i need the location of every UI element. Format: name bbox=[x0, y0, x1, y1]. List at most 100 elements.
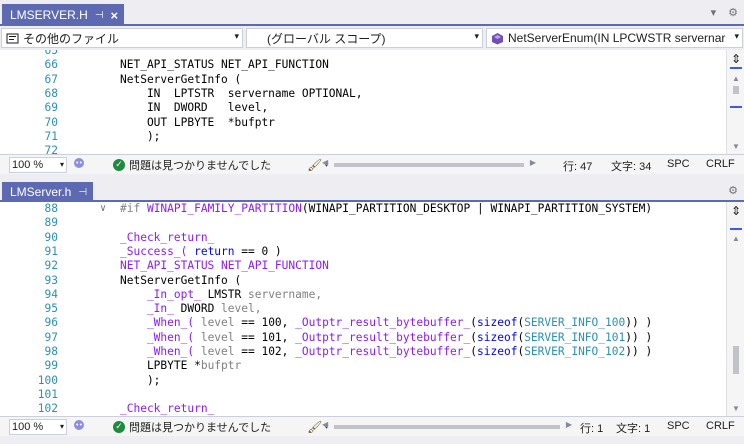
line-number: 98 bbox=[44, 345, 58, 358]
code-line[interactable]: 94 _In_opt_ LMSTR servername, bbox=[0, 288, 720, 302]
code-line[interactable]: 93 NetServerGetInfo ( bbox=[0, 274, 720, 288]
line-indicator[interactable]: 行: 1 bbox=[580, 420, 603, 436]
code-token: SERVER_INFO_100 bbox=[524, 316, 626, 330]
code-token: _In_ bbox=[120, 302, 181, 316]
bottom-tab-strip: LMServer.h ⊣ ⚙ bbox=[0, 182, 744, 202]
line-indicator[interactable]: 行: 47 bbox=[563, 158, 592, 174]
vertical-scrollbar-lower[interactable]: ⇕ ▲ ▼ bbox=[726, 202, 744, 416]
pin-icon[interactable]: ⊣ bbox=[78, 187, 87, 198]
issues-indicator[interactable]: ✓ 問題は見つかりませんでした bbox=[113, 157, 271, 173]
tab-strip-controls: ⚙ bbox=[728, 184, 738, 197]
code-line[interactable]: 89 bbox=[0, 216, 720, 230]
copilot-icon[interactable] bbox=[73, 419, 85, 434]
whitespace-indicator[interactable]: SPC bbox=[667, 158, 690, 170]
scroll-thumb[interactable] bbox=[733, 346, 739, 374]
code-editor-lower[interactable]: 88 ∨ #if WINAPI_FAMILY_PARTITION(WINAPI_PA… bbox=[0, 202, 744, 416]
horizontal-scrollbar-lower[interactable]: ◀ ▶ bbox=[322, 420, 572, 434]
code-line[interactable]: 98 _When_( level == 102, _Outptr_result_… bbox=[0, 345, 720, 359]
code-line[interactable]: 102 _Check_return_ bbox=[0, 402, 720, 416]
vertical-scrollbar-upper[interactable]: ⇕ ▲ ▼ bbox=[726, 50, 744, 154]
code-token: sizeof bbox=[477, 330, 518, 344]
scroll-up-icon[interactable]: ▲ bbox=[727, 74, 744, 83]
gear-icon[interactable]: ⚙ bbox=[728, 6, 738, 19]
code-token: (WINAPI_PARTITION_DESKTOP | WINAPI_PARTI… bbox=[301, 202, 653, 215]
code-token: _Check_return_ bbox=[120, 402, 215, 416]
line-ending-indicator[interactable]: CRLF bbox=[706, 158, 735, 170]
code-token: ); bbox=[120, 373, 161, 387]
code-line[interactable]: 101 bbox=[0, 388, 720, 402]
code-line[interactable]: 90 _Check_return_ bbox=[0, 231, 720, 245]
column-indicator[interactable]: 文字: 34 bbox=[611, 158, 651, 174]
code-line[interactable]: 72 bbox=[0, 144, 720, 154]
code-line[interactable]: 68 IN LPTSTR servername OPTIONAL, bbox=[0, 87, 720, 101]
line-number: 100 bbox=[37, 373, 58, 387]
code-line[interactable]: 91 _Success_( return == 0 ) bbox=[0, 245, 720, 259]
code-line[interactable]: 92 NET_API_STATUS NET_API_FUNCTION bbox=[0, 259, 720, 273]
zoom-dropdown[interactable]: 100 % ▾ bbox=[9, 418, 67, 435]
scroll-up-icon[interactable]: ▲ bbox=[727, 234, 744, 243]
method-icon bbox=[491, 32, 504, 45]
scroll-left-icon[interactable]: ◀ bbox=[322, 158, 328, 167]
code-line[interactable]: 71 ); bbox=[0, 130, 720, 144]
split-divider[interactable] bbox=[0, 174, 744, 182]
code-token: == 100, bbox=[234, 316, 296, 330]
line-number: 88 bbox=[44, 202, 58, 215]
code-line[interactable]: 70 OUT LPBYTE *bufptr bbox=[0, 116, 720, 130]
scroll-down-icon[interactable]: ▼ bbox=[727, 142, 744, 151]
code-line[interactable]: 96 _When_( level == 100, _Outptr_result_… bbox=[0, 316, 720, 330]
code-line[interactable]: 67 NetServerGetInfo ( bbox=[0, 73, 720, 87]
scroll-right-icon[interactable]: ▶ bbox=[530, 158, 536, 167]
code-text: _Check_return_ bbox=[120, 402, 214, 416]
line-number: 65 bbox=[44, 50, 58, 57]
line-number: 71 bbox=[44, 129, 58, 143]
issues-indicator[interactable]: ✓ 問題は見つかりませんでした bbox=[113, 419, 271, 435]
code-token: level bbox=[200, 330, 235, 344]
zoom-dropdown[interactable]: 100 % ▾ bbox=[9, 156, 67, 173]
whitespace-indicator[interactable]: SPC bbox=[667, 420, 690, 432]
code-line[interactable]: 99 LPBYTE *bufptr bbox=[0, 359, 720, 373]
line-number: 91 bbox=[44, 244, 58, 258]
code-line[interactable]: 88 ∨ #if WINAPI_FAMILY_PARTITION(WINAPI_PA… bbox=[0, 202, 720, 216]
code-token: SERVER_INFO_101 bbox=[524, 330, 626, 344]
code-cleanup-icon[interactable]: 🖌 bbox=[307, 420, 322, 434]
scope-label: (グローバル スコープ) bbox=[267, 31, 386, 46]
code-text: LPBYTE *bufptr bbox=[120, 359, 241, 373]
code-text: _Success_( return == 0 ) bbox=[120, 245, 282, 259]
column-indicator[interactable]: 文字: 1 bbox=[616, 420, 650, 436]
tab-lmserver-lower[interactable]: LMServer.h ⊣ bbox=[2, 182, 94, 202]
code-line[interactable]: 65 bbox=[0, 50, 720, 58]
code-line[interactable]: 66 NET_API_STATUS NET_API_FUNCTION bbox=[0, 58, 720, 72]
code-line[interactable]: 100 ); bbox=[0, 374, 720, 388]
scroll-right-icon[interactable]: ▶ bbox=[566, 420, 572, 429]
gear-icon[interactable]: ⚙ bbox=[728, 184, 738, 197]
code-line[interactable]: 69 IN DWORD level, bbox=[0, 101, 720, 115]
tab-title: LMSERVER.H bbox=[10, 8, 88, 22]
code-cleanup-icon[interactable]: 🖌 bbox=[307, 158, 322, 172]
editor-status-bar-upper: 100 % ▾ ✓ 問題は見つかりませんでした 🖌 ▾ ◀ ▶ 行: 47 文字… bbox=[0, 154, 744, 174]
horizontal-scrollbar-upper[interactable]: ◀ ▶ bbox=[322, 158, 536, 172]
scope-dropdown[interactable]: (グローバル スコープ) ▾ bbox=[246, 28, 483, 48]
tab-lmserver-upper[interactable]: LMSERVER.H ⊣ × bbox=[2, 4, 125, 26]
scroll-thumb[interactable] bbox=[733, 86, 739, 94]
scroll-thumb[interactable] bbox=[334, 425, 560, 429]
scroll-left-icon[interactable]: ◀ bbox=[322, 420, 328, 429]
pin-icon[interactable]: ⊣ bbox=[95, 10, 104, 21]
close-icon[interactable]: × bbox=[111, 8, 119, 23]
split-window-icon[interactable]: ⇕ bbox=[727, 52, 744, 66]
code-line[interactable]: 97 _When_( level == 101, _Outptr_result_… bbox=[0, 331, 720, 345]
code-editor-upper[interactable]: 65 66 NET_API_STATUS NET_API_FUNCTION 67 Net… bbox=[0, 50, 744, 154]
split-window-icon[interactable]: ⇕ bbox=[727, 204, 744, 218]
line-ending-indicator[interactable]: CRLF bbox=[706, 420, 735, 432]
scroll-thumb[interactable] bbox=[334, 163, 524, 167]
check-circle-icon: ✓ bbox=[113, 158, 125, 171]
member-dropdown[interactable]: NetServerEnum(IN LPCWSTR servernar ▾ bbox=[486, 28, 743, 48]
code-line[interactable]: 95 _In_ DWORD level, bbox=[0, 302, 720, 316]
scroll-down-icon[interactable]: ▼ bbox=[727, 404, 744, 413]
tab-list-dropdown-icon[interactable]: ▾ bbox=[711, 6, 717, 19]
copilot-icon[interactable] bbox=[73, 157, 85, 172]
fold-toggle-icon[interactable]: ∨ bbox=[100, 202, 106, 216]
tab-strip-controls: ▾ ⚙ bbox=[711, 6, 738, 19]
navigation-bar: その他のファイル ▾ (グローバル スコープ) ▾ NetServerEnum(… bbox=[0, 26, 744, 50]
project-dropdown[interactable]: その他のファイル ▾ bbox=[1, 28, 243, 48]
chevron-down-icon: ▾ bbox=[234, 31, 239, 41]
